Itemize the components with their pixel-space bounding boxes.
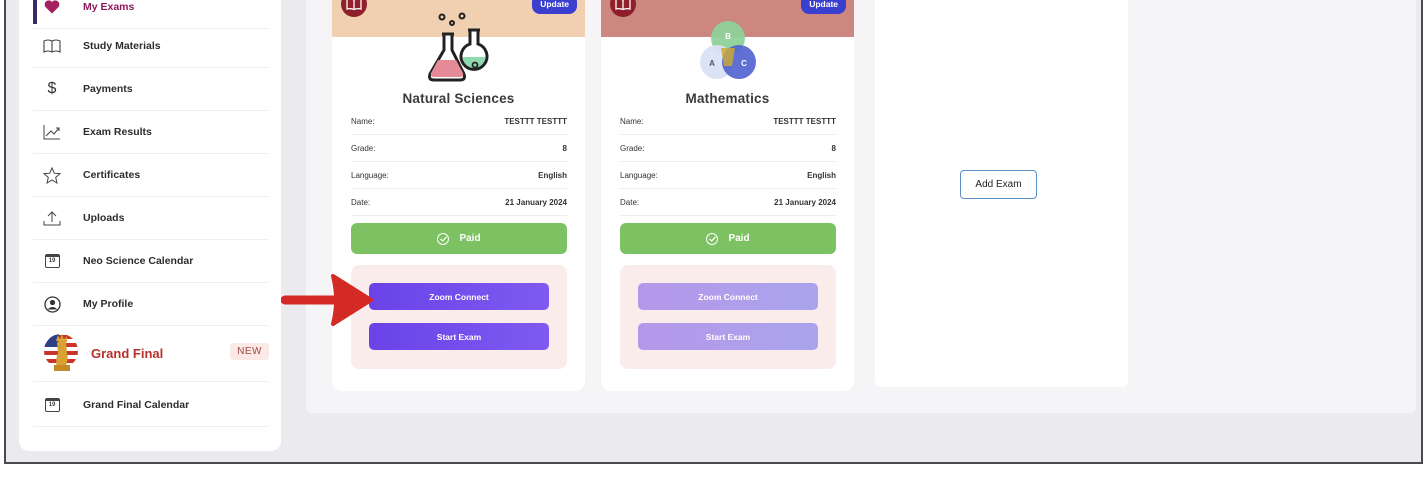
zoom-connect-button[interactable]: Zoom Connect [369, 283, 549, 310]
info-row-grade: Grade: 8 [620, 135, 836, 162]
update-button[interactable]: Update [801, 0, 846, 14]
info-label: Date: [620, 197, 640, 207]
paid-status: Paid [351, 223, 567, 254]
info-value: TESTTT TESTTT [504, 116, 567, 126]
info-label: Name: [351, 116, 375, 126]
info-row-date: Date: 21 January 2024 [620, 189, 836, 216]
sidebar-item-label: Uploads [83, 212, 125, 224]
info-value: 8 [831, 143, 836, 153]
sidebar-item-label: My Exams [83, 1, 135, 13]
info-label: Grade: [351, 143, 376, 153]
calendar-icon: 19 [41, 394, 63, 416]
exam-card-mathematics: Update B A C Mathematics Name: TESTTT TE… [601, 0, 854, 391]
book-icon [610, 0, 636, 17]
sidebar-item-neo-science-calendar[interactable]: 19 Neo Science Calendar [33, 240, 269, 283]
exam-actions: Zoom Connect Start Exam [351, 265, 567, 369]
info-value: 8 [562, 143, 567, 153]
info-row-grade: Grade: 8 [351, 135, 567, 162]
grand-final-label: Grand Final [91, 346, 164, 361]
exam-actions: Zoom Connect Start Exam [620, 265, 836, 369]
zoom-connect-button[interactable]: Zoom Connect [638, 283, 818, 310]
subject-title: Mathematics [685, 91, 770, 106]
main-content: Update Natural Sciences Name: TESTTT TES… [306, 0, 1416, 413]
sidebar-item-label: Neo Science Calendar [83, 255, 194, 267]
update-button[interactable]: Update [532, 0, 577, 14]
app-frame: My Exams Study Materials $ Payments Exam… [4, 0, 1423, 464]
sidebar-item-payments[interactable]: $ Payments [33, 68, 269, 111]
sidebar-item-label: My Profile [83, 298, 134, 310]
heart-icon [41, 0, 63, 18]
venn-label-b: B [725, 32, 731, 41]
sidebar-item-label: Certificates [83, 169, 141, 181]
red-arrow-annotation-icon [280, 271, 377, 334]
info-label: Grade: [620, 143, 645, 153]
new-badge: NEW [230, 343, 269, 360]
sidebar-item-certificates[interactable]: Certificates [33, 154, 269, 197]
user-circle-icon [41, 293, 63, 315]
info-value: 21 January 2024 [774, 197, 836, 207]
chemistry-flasks-icon [424, 10, 494, 87]
info-row-language: Language: English [351, 162, 567, 189]
book-icon [41, 35, 63, 57]
sidebar: My Exams Study Materials $ Payments Exam… [19, 0, 281, 451]
chart-trend-icon [41, 121, 63, 143]
info-label: Language: [620, 170, 658, 180]
venn-label-a: A [709, 59, 715, 68]
info-value: English [807, 170, 836, 180]
sidebar-item-grand-final[interactable]: Grand Final NEW [33, 326, 269, 382]
sidebar-item-exam-results[interactable]: Exam Results [33, 111, 269, 154]
sidebar-item-label: Exam Results [83, 126, 152, 138]
sidebar-item-study-materials[interactable]: Study Materials [33, 25, 269, 68]
info-row-language: Language: English [620, 162, 836, 189]
sidebar-item-label: Study Materials [83, 40, 161, 52]
star-icon [41, 164, 63, 186]
grand-final-logo-icon [43, 329, 81, 378]
check-circle-icon [706, 232, 719, 245]
venn-label-c: C [741, 59, 747, 68]
start-exam-button[interactable]: Start Exam [638, 323, 818, 350]
sidebar-item-label: Payments [83, 83, 133, 95]
venn-diagram-icon: B A C [695, 18, 761, 89]
sidebar-item-my-profile[interactable]: My Profile [33, 283, 269, 326]
info-row-name: Name: TESTTT TESTTT [351, 108, 567, 135]
info-label: Language: [351, 170, 389, 180]
info-label: Date: [351, 197, 371, 207]
subject-title: Natural Sciences [402, 91, 515, 106]
info-label: Name: [620, 116, 644, 126]
info-value: TESTTT TESTTT [773, 116, 836, 126]
info-row-date: Date: 21 January 2024 [351, 189, 567, 216]
info-value: English [538, 170, 567, 180]
sidebar-item-grand-final-calendar[interactable]: 19 Grand Final Calendar [33, 384, 269, 427]
upload-icon [41, 207, 63, 229]
add-exam-button[interactable]: Add Exam [960, 170, 1037, 199]
check-circle-icon [437, 232, 450, 245]
info-row-name: Name: TESTTT TESTTT [620, 108, 836, 135]
paid-label: Paid [728, 233, 750, 244]
dollar-icon: $ [47, 80, 57, 97]
book-icon [341, 0, 367, 17]
start-exam-button[interactable]: Start Exam [369, 323, 549, 350]
calendar-icon: 19 [41, 250, 63, 272]
paid-label: Paid [459, 233, 481, 244]
info-value: 21 January 2024 [505, 197, 567, 207]
paid-status: Paid [620, 223, 836, 254]
sidebar-item-label: Grand Final Calendar [83, 399, 190, 411]
add-exam-card: Add Exam [875, 0, 1128, 387]
sidebar-item-uploads[interactable]: Uploads [33, 197, 269, 240]
